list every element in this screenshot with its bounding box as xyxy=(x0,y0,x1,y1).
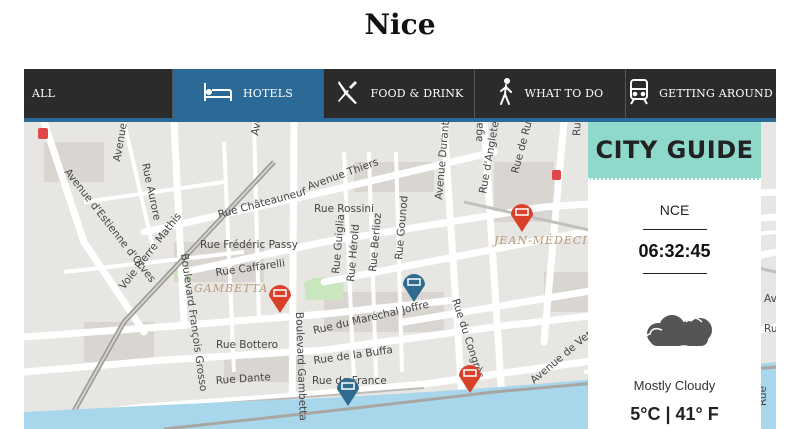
train-icon xyxy=(629,78,649,109)
city-code: NCE xyxy=(659,202,690,218)
street-label: Rue xyxy=(571,122,584,136)
tab-hotels[interactable]: HOTELS xyxy=(173,69,324,118)
street-label: aganini xyxy=(473,122,486,142)
cloud-icon xyxy=(636,308,716,358)
street-label: Avenue xyxy=(764,293,776,305)
tab-what-to-do[interactable]: WHAT TO DO xyxy=(475,69,626,118)
temperature: 5°C | 41° F xyxy=(630,404,719,424)
street-label: Rue Bottero xyxy=(216,339,278,351)
tab-getting-around[interactable]: GETTING AROUND xyxy=(626,69,776,118)
street-label: Rue Rossini xyxy=(314,203,374,215)
tab-hotels-label: HOTELS xyxy=(242,87,294,100)
area-label-gambetta: GAMBETTA xyxy=(194,282,268,295)
divider xyxy=(642,229,707,230)
city-guide-panel: CITY GUIDE NCE 06:32:45 Mostly Cloudy 5°… xyxy=(588,122,761,429)
area-label-jean-medecin: JEAN-MÉDECIN xyxy=(492,233,598,247)
bed-icon xyxy=(203,81,233,106)
tab-food-drink[interactable]: FOOD & DRINK xyxy=(324,69,475,118)
divider xyxy=(642,273,707,274)
walking-person-icon xyxy=(497,78,515,109)
weather-condition: Mostly Cloudy xyxy=(633,378,716,393)
tab-all[interactable]: ALL xyxy=(24,69,173,118)
street-label: Rue xyxy=(764,323,776,335)
street-label: Rue Frédéric Passy xyxy=(200,239,298,251)
fork-knife-icon xyxy=(335,79,361,108)
local-time: 06:32:45 xyxy=(638,241,711,261)
city-guide-heading: CITY GUIDE xyxy=(588,122,761,180)
tab-what-to-do-label: WHAT TO DO xyxy=(524,87,604,100)
tab-getting-around-label: GETTING AROUND xyxy=(659,87,773,100)
category-nav: ALL HOTELS FOOD & DRINK WHAT TO DO GETTI… xyxy=(24,69,776,118)
tab-food-drink-label: FOOD & DRINK xyxy=(370,87,464,100)
page-title: Nice xyxy=(364,8,436,41)
tab-all-label: ALL xyxy=(32,87,56,100)
